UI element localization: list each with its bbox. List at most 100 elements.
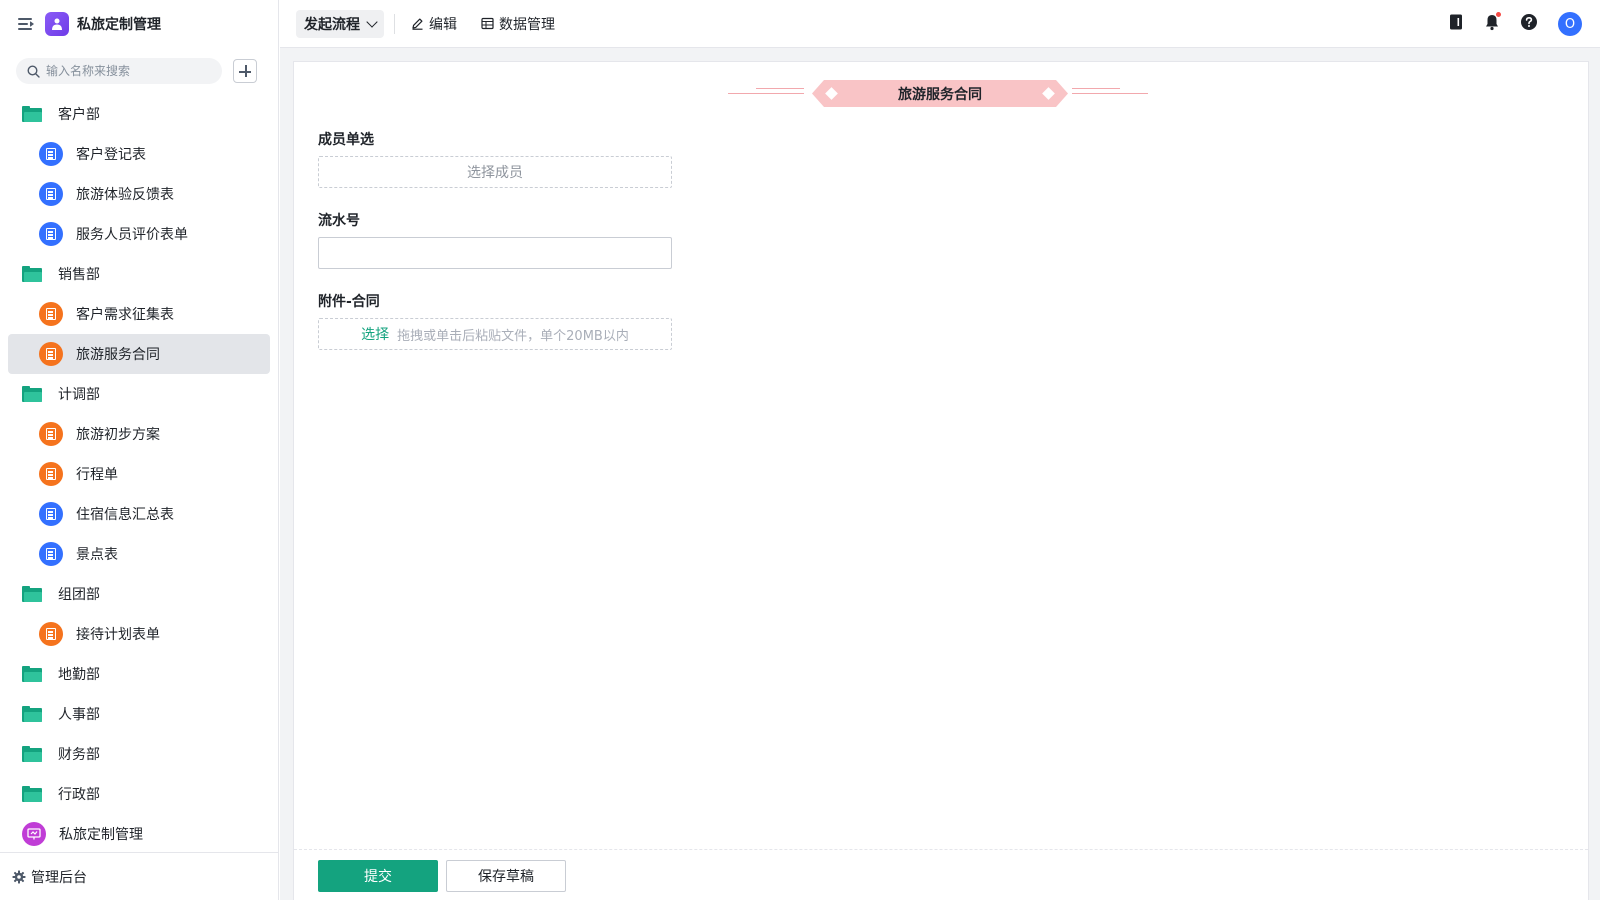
sidebar-item-label: 组团部 — [58, 587, 100, 603]
sidebar-form-item[interactable]: 景点表 — [8, 534, 270, 574]
sidebar-item-label: 客户登记表 — [76, 147, 146, 163]
select-member-button[interactable]: 选择成员 — [318, 156, 672, 188]
sidebar-folder[interactable]: 计调部 — [8, 374, 270, 414]
sidebar-folder[interactable]: 行政部 — [8, 774, 270, 814]
form-title-banner: 旅游服务合同 — [728, 80, 1148, 104]
admin-console-label: 管理后台 — [31, 869, 87, 886]
sidebar-form-item[interactable]: 服务人员评价表单 — [8, 214, 270, 254]
sidebar-item-label: 行政部 — [58, 787, 100, 803]
help-button[interactable] — [1520, 13, 1538, 35]
sidebar-form-item[interactable]: 旅游初步方案 — [8, 414, 270, 454]
serial-field-label: 流水号 — [318, 213, 360, 229]
sidebar-folder[interactable]: 财务部 — [8, 734, 270, 774]
title-line-left-bottom — [728, 93, 804, 94]
choose-file-link[interactable]: 选择 — [361, 324, 389, 344]
folder-icon — [22, 786, 42, 802]
sidebar-item-label: 住宿信息汇总表 — [76, 507, 174, 523]
sidebar-folder[interactable]: 销售部 — [8, 254, 270, 294]
notebook-button[interactable] — [1448, 13, 1464, 35]
document-icon — [39, 182, 63, 206]
sidebar-form-item[interactable]: 旅游服务合同 — [8, 334, 270, 374]
sidebar-folder[interactable]: 人事部 — [8, 694, 270, 734]
dashboard-icon — [22, 822, 46, 846]
sidebar-form-item[interactable]: 客户登记表 — [8, 134, 270, 174]
folder-icon — [22, 746, 42, 762]
sidebar-item-label: 旅游体验反馈表 — [76, 187, 174, 203]
sidebar-item-label: 地勤部 — [58, 667, 100, 683]
attachment-dropzone[interactable]: 选择 拖拽或单击后粘贴文件，单个20MB以内 — [318, 318, 672, 350]
sidebar-form-item[interactable]: 住宿信息汇总表 — [8, 494, 270, 534]
flow-document-icon — [39, 422, 63, 446]
edit-label: 编辑 — [429, 16, 457, 33]
search-input[interactable] — [46, 64, 206, 78]
sidebar-form-item[interactable]: 客户需求征集表 — [8, 294, 270, 334]
data-manage-button[interactable]: 数据管理 — [481, 14, 555, 34]
sidebar-item-label: 人事部 — [58, 707, 100, 723]
gear-icon — [12, 870, 26, 883]
folder-icon — [22, 666, 42, 682]
toolbar-right-actions: O — [1428, 11, 1582, 36]
pencil-icon — [412, 18, 423, 30]
toolbar-divider — [394, 13, 395, 34]
title-line-right-top — [1072, 88, 1120, 89]
serial-field: 流水号 — [318, 211, 672, 269]
sidebar-item-label: 接待计划表单 — [76, 627, 160, 643]
sidebar: 私旅定制管理 客户部客户登记表旅游体验反馈表服务人员评价表单销售部客户需求征集表… — [0, 0, 279, 900]
admin-console-link[interactable]: 管理后台 — [0, 852, 279, 900]
document-icon — [39, 222, 63, 246]
sidebar-form-item[interactable]: 接待计划表单 — [8, 614, 270, 654]
folder-icon — [22, 706, 42, 722]
table-icon — [481, 17, 494, 30]
serial-input[interactable] — [319, 238, 671, 268]
sidebar-folder[interactable]: 客户部 — [8, 94, 270, 134]
app-logo-icon — [45, 12, 69, 36]
chevron-down-icon — [366, 15, 378, 28]
sidebar-search-row — [0, 58, 278, 84]
search-icon — [27, 64, 40, 78]
sidebar-item-label: 私旅定制管理 — [59, 827, 143, 843]
member-field-label: 成员单选 — [318, 132, 374, 148]
sidebar-form-item[interactable]: 旅游体验反馈表 — [8, 174, 270, 214]
sidebar-item-label: 景点表 — [76, 547, 118, 563]
title-line-left-top — [756, 88, 804, 89]
save-draft-button[interactable]: 保存草稿 — [446, 860, 566, 892]
launch-process-dropdown[interactable]: 发起流程 — [296, 9, 384, 38]
flow-document-icon — [39, 622, 63, 646]
add-item-button[interactable] — [233, 59, 257, 83]
flow-document-icon — [39, 342, 63, 366]
title-badge: 旅游服务合同 — [812, 80, 1068, 107]
sidebar-item-label: 销售部 — [58, 267, 100, 283]
member-field: 成员单选 选择成员 — [318, 130, 672, 188]
edit-button[interactable]: 编辑 — [411, 14, 457, 34]
sidebar-item-label: 计调部 — [58, 387, 100, 403]
folder-icon — [22, 386, 42, 402]
sidebar-app-item[interactable]: 私旅定制管理 — [8, 814, 270, 854]
attachment-field-label: 附件-合同 — [318, 294, 380, 310]
form-card: 旅游服务合同 成员单选 选择成员 流水号 附件-合同 选择 拖拽或单击后粘贴文件… — [293, 61, 1589, 900]
sidebar-form-item[interactable]: 行程单 — [8, 454, 270, 494]
help-icon — [1521, 14, 1537, 30]
sidebar-header: 私旅定制管理 — [0, 0, 278, 48]
search-box[interactable] — [16, 58, 222, 84]
document-icon — [39, 462, 63, 486]
serial-input-box — [318, 237, 672, 269]
collapse-menu-icon[interactable] — [18, 17, 34, 31]
notification-button[interactable] — [1484, 11, 1502, 35]
sidebar-folder[interactable]: 地勤部 — [8, 654, 270, 694]
upload-hint: 拖拽或单击后粘贴文件，单个20MB以内 — [397, 328, 629, 344]
data-manage-label: 数据管理 — [499, 16, 555, 33]
user-avatar[interactable]: O — [1558, 12, 1582, 36]
submit-button[interactable]: 提交 — [318, 860, 438, 892]
folder-icon — [22, 106, 42, 122]
sidebar-item-label: 服务人员评价表单 — [76, 227, 188, 243]
document-icon — [39, 542, 63, 566]
form-actions: 提交 保存草稿 — [294, 849, 1588, 900]
sidebar-folder[interactable]: 组团部 — [8, 574, 270, 614]
notebook-icon — [1450, 14, 1462, 30]
document-icon — [39, 502, 63, 526]
sidebar-item-label: 财务部 — [58, 747, 100, 763]
form-tree: 客户部客户登记表旅游体验反馈表 服务人员评价表单销售部客户需求征集表 旅游服务合同计… — [0, 94, 278, 854]
folder-icon — [22, 586, 42, 602]
attachment-field: 附件-合同 选择 拖拽或单击后粘贴文件，单个20MB以内 — [318, 292, 672, 350]
sidebar-item-label: 行程单 — [76, 467, 118, 483]
